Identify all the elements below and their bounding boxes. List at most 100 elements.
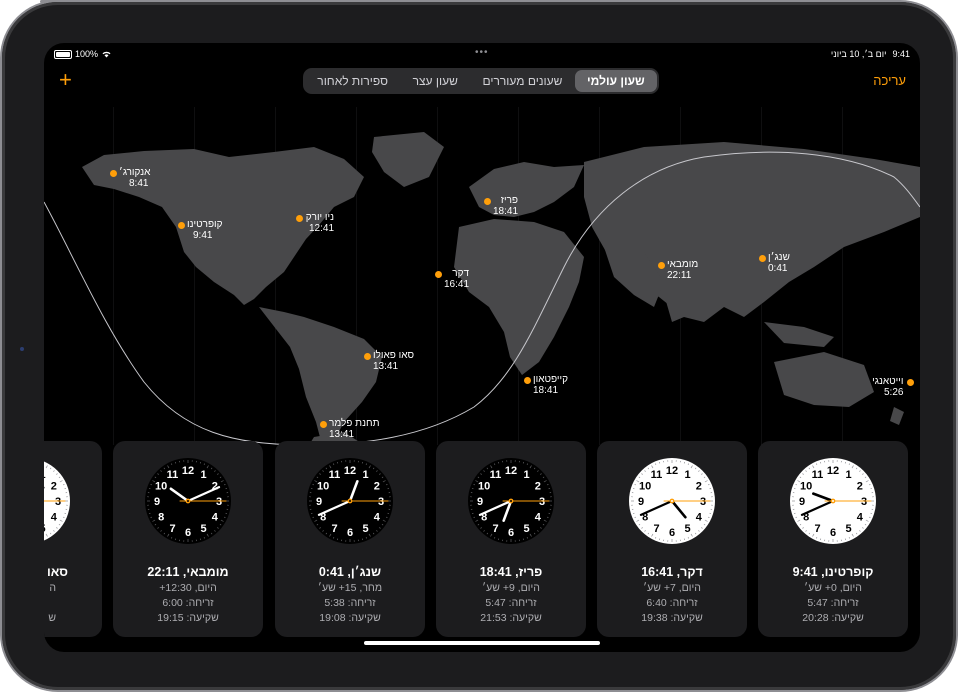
clock-numeral: 12 bbox=[666, 465, 678, 477]
clock-numeral: 8 bbox=[158, 512, 164, 524]
clock-numeral: 10 bbox=[800, 481, 812, 493]
clock-card-sao-paulo[interactable]: 121234567891011 סאו ה ש bbox=[44, 441, 102, 637]
clock-numeral: 12 bbox=[182, 465, 194, 477]
world-map: אנקורג׳ 8:41 קופרטינו 9:41 ניו יורק 12:4… bbox=[44, 107, 920, 446]
clock-numeral: 10 bbox=[317, 481, 329, 493]
clock-numeral: 6 bbox=[347, 527, 353, 539]
city-dot-icon bbox=[484, 198, 491, 205]
city-dot-icon bbox=[364, 353, 371, 360]
clock-numeral: 7 bbox=[653, 523, 659, 535]
edit-button[interactable]: עריכה bbox=[873, 73, 906, 88]
clock-numeral: 6 bbox=[508, 527, 514, 539]
clock-numeral: 3 bbox=[539, 496, 545, 508]
nav-bar: + שעון עולמי שעונים מעוררים שעון עצר ספי… bbox=[44, 67, 920, 95]
clock-numeral: 4 bbox=[535, 512, 542, 524]
analog-clock: 121234567891011 bbox=[468, 458, 554, 544]
clock-center-inner bbox=[349, 500, 351, 502]
screen: 100% 9:41 יום ב׳, 10 ביוני ••• + שעון עו… bbox=[44, 43, 920, 652]
status-time: 9:41 bbox=[892, 49, 910, 59]
analog-clock: 121234567891011 bbox=[44, 461, 70, 541]
city-dot-icon bbox=[658, 262, 665, 269]
clock-numeral: 4 bbox=[857, 512, 864, 524]
tab-alarms[interactable]: שעונים מעוררים bbox=[470, 70, 575, 92]
tab-world-clock[interactable]: שעון עולמי bbox=[574, 70, 657, 92]
clock-numeral: 2 bbox=[51, 481, 57, 493]
clock-numeral: 5 bbox=[44, 523, 46, 535]
clock-numeral: 3 bbox=[378, 496, 384, 508]
city-dot-icon bbox=[110, 170, 117, 177]
clock-numeral: 2 bbox=[696, 481, 702, 493]
clock-numeral: 2 bbox=[374, 481, 380, 493]
clock-numeral: 11 bbox=[329, 469, 341, 481]
clock-numeral: 12 bbox=[827, 465, 839, 477]
tab-stopwatch[interactable]: שעון עצר bbox=[400, 70, 470, 92]
tab-timers[interactable]: ספירות לאחור bbox=[305, 70, 400, 92]
clock-numeral: 7 bbox=[814, 523, 820, 535]
clock-numeral: 6 bbox=[830, 527, 836, 539]
ipad-frame: 100% 9:41 יום ב׳, 10 ביוני ••• + שעון עו… bbox=[2, 2, 956, 690]
clock-numeral: 1 bbox=[684, 469, 690, 481]
clock-numeral: 10 bbox=[155, 481, 167, 493]
city-dot-icon bbox=[524, 377, 531, 384]
city-dot-icon bbox=[907, 379, 914, 386]
add-city-button[interactable]: + bbox=[59, 69, 72, 91]
analog-clock: 121234567891011 bbox=[790, 458, 876, 544]
clock-numeral: 7 bbox=[492, 523, 498, 535]
home-indicator[interactable] bbox=[364, 641, 600, 645]
clock-numeral: 1 bbox=[523, 469, 529, 481]
clock-numeral: 4 bbox=[374, 512, 381, 524]
clock-numeral: 12 bbox=[344, 465, 356, 477]
status-left: 100% bbox=[54, 49, 112, 59]
status-right: 9:41 יום ב׳, 10 ביוני bbox=[831, 49, 910, 59]
clock-numeral: 11 bbox=[167, 469, 179, 481]
clock-numeral: 5 bbox=[362, 523, 368, 535]
clock-numeral: 4 bbox=[51, 512, 58, 524]
clock-numeral: 11 bbox=[812, 469, 824, 481]
clock-numeral: 1 bbox=[44, 469, 46, 481]
clock-card-shenzhen[interactable]: 12 1 2 3 4 5 6 7 8 9 10 11 שנג׳ן, 0:41 מחר, 15+ שע׳… bbox=[275, 441, 425, 637]
multitasking-dots-icon[interactable]: ••• bbox=[475, 47, 489, 58]
clock-numeral: 6 bbox=[185, 527, 191, 539]
status-date: יום ב׳, 10 ביוני bbox=[830, 49, 887, 59]
clock-numeral: 3 bbox=[700, 496, 706, 508]
clock-numeral: 9 bbox=[477, 496, 483, 508]
clock-card-dakar[interactable]: 12 1 2 3 4 5 6 7 8 9 10 11 דקר, 16:41 היום, 7+ שע׳ … bbox=[597, 441, 747, 637]
analog-clock: 121234567891011 bbox=[629, 458, 715, 544]
wifi-icon bbox=[102, 51, 111, 58]
clock-numeral: 5 bbox=[684, 523, 690, 535]
clock-numeral: 5 bbox=[200, 523, 206, 535]
city-dot-icon bbox=[178, 222, 185, 229]
analog-clock: 121234567891011 bbox=[307, 458, 393, 544]
clock-card-paris[interactable]: 12 1 2 3 4 5 6 7 8 9 10 11 פריז, 18:41 היום, 9+ שע׳… bbox=[436, 441, 586, 637]
clock-numeral: 3 bbox=[55, 496, 61, 508]
clock-cards: 12 1 2 3 4 5 6 7 8 9 10 11 קופרטינו, 9:41 היום, 0+ … bbox=[44, 441, 920, 637]
front-camera bbox=[20, 347, 24, 351]
clock-center-inner bbox=[187, 500, 189, 502]
city-dot-icon bbox=[435, 271, 442, 278]
clock-numeral: 1 bbox=[845, 469, 851, 481]
clock-card-mumbai[interactable]: 12 1 2 3 4 5 6 7 8 9 10 11 מומבאי, 22:11 היום, 12:3… bbox=[113, 441, 263, 637]
clock-numeral: 2 bbox=[535, 481, 541, 493]
clock-numeral: 6 bbox=[669, 527, 675, 539]
clock-numeral: 3 bbox=[861, 496, 867, 508]
clock-numeral: 10 bbox=[639, 481, 651, 493]
clock-numeral: 7 bbox=[331, 523, 337, 535]
clock-numeral: 12 bbox=[505, 465, 517, 477]
clock-numeral: 11 bbox=[490, 469, 502, 481]
clock-numeral: 3 bbox=[216, 496, 222, 508]
clock-numeral: 11 bbox=[651, 469, 663, 481]
tab-switcher: שעון עולמי שעונים מעוררים שעון עצר ספירו… bbox=[303, 68, 659, 94]
clock-numeral: 9 bbox=[316, 496, 322, 508]
clock-center-inner bbox=[510, 500, 512, 502]
battery-icon bbox=[54, 49, 72, 59]
clock-numeral: 1 bbox=[200, 469, 206, 481]
clock-numeral: 5 bbox=[845, 523, 851, 535]
city-dot-icon bbox=[320, 421, 327, 428]
clock-numeral: 1 bbox=[362, 469, 368, 481]
clock-card-cupertino[interactable]: 12 1 2 3 4 5 6 7 8 9 10 11 קופרטינו, 9:41 היום, 0+ … bbox=[758, 441, 908, 637]
clock-center-inner bbox=[832, 500, 834, 502]
clock-center-inner bbox=[671, 500, 673, 502]
clock-numeral: 7 bbox=[169, 523, 175, 535]
analog-clock: 121234567891011 bbox=[145, 458, 231, 544]
world-map-graphic bbox=[44, 107, 920, 446]
